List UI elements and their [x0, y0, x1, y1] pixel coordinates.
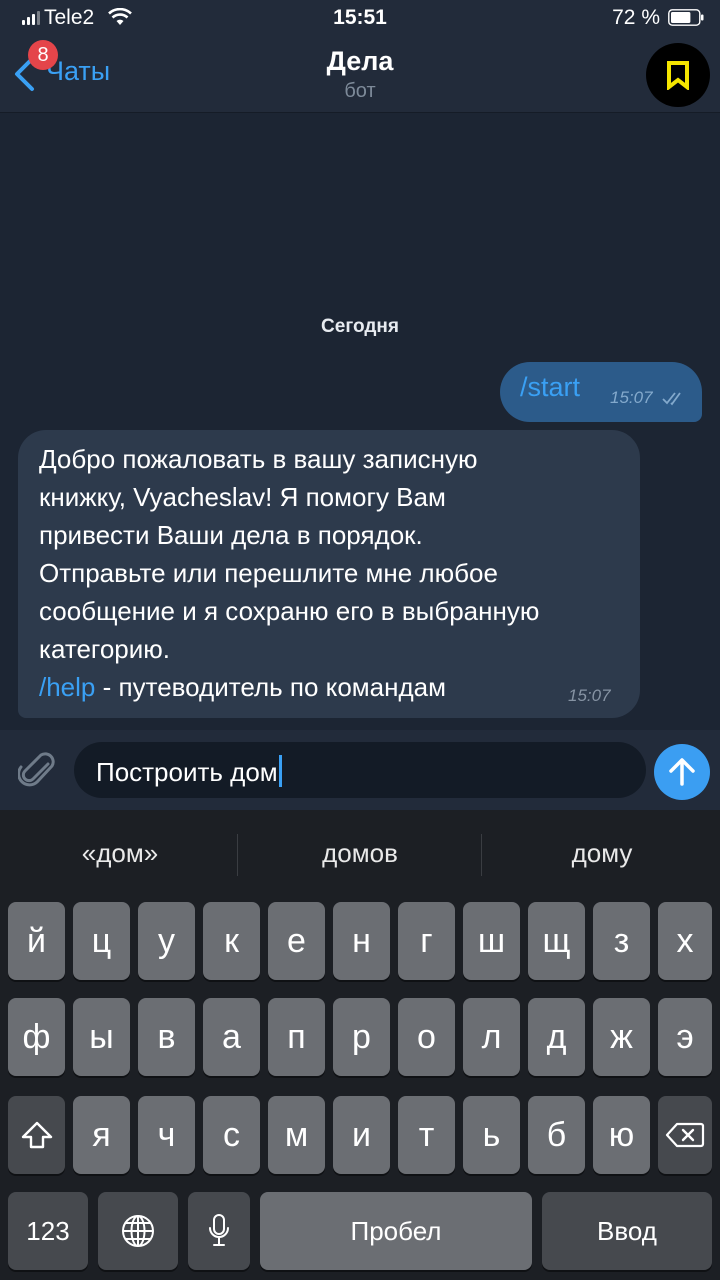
return-key[interactable]: Ввод	[542, 1192, 712, 1270]
chat-subtitle: бот	[344, 80, 376, 102]
battery-icon	[668, 9, 704, 26]
key[interactable]: ф	[8, 998, 65, 1076]
message-input[interactable]: Построить дом	[74, 742, 646, 798]
message-line-help: /help - путеводитель по командам	[39, 672, 446, 703]
key[interactable]: щ	[528, 902, 585, 980]
chat-avatar[interactable]	[646, 43, 710, 107]
message-line: сообщение и я сохраню его в выбранную	[39, 596, 540, 626]
outgoing-message-time: 15:07	[610, 388, 653, 407]
key[interactable]: н	[333, 902, 390, 980]
date-separator: Сегодня	[321, 316, 399, 337]
arrow-up-icon	[669, 758, 695, 786]
text-caret	[278, 755, 282, 787]
key[interactable]: с	[203, 1096, 260, 1174]
key[interactable]: ь	[463, 1096, 520, 1174]
message-input-value: Построить дом	[96, 757, 278, 787]
shift-key[interactable]	[8, 1096, 65, 1174]
help-command-link[interactable]: /help	[39, 672, 95, 702]
key[interactable]: в	[138, 998, 195, 1076]
suggestion-1[interactable]: «дом»	[5, 838, 235, 869]
keyboard: «дом» домов дому й ц у к е н г ш щ з х ф…	[0, 810, 720, 1280]
key[interactable]: ц	[73, 902, 130, 980]
message-line: категорию.	[39, 634, 170, 664]
backspace-key[interactable]	[658, 1096, 712, 1174]
backspace-icon	[665, 1122, 705, 1148]
outgoing-message-text[interactable]: /start	[520, 372, 580, 403]
key[interactable]: д	[528, 998, 585, 1076]
key[interactable]: я	[73, 1096, 130, 1174]
status-bar: Tele2 15:51 72 %	[0, 0, 720, 40]
key[interactable]: ч	[138, 1096, 195, 1174]
key[interactable]: а	[203, 998, 260, 1076]
key[interactable]: з	[593, 902, 650, 980]
globe-icon	[122, 1215, 154, 1247]
microphone-icon	[209, 1214, 229, 1246]
key[interactable]: г	[398, 902, 455, 980]
suggestion-divider	[237, 834, 238, 876]
key[interactable]: п	[268, 998, 325, 1076]
outgoing-message[interactable]: /start 15:07	[500, 362, 702, 422]
key[interactable]: м	[268, 1096, 325, 1174]
numbers-key[interactable]: 123	[8, 1192, 88, 1270]
key[interactable]: т	[398, 1096, 455, 1174]
double-check-icon	[662, 392, 681, 406]
incoming-message-time: 15:07	[568, 686, 611, 705]
suggestion-3[interactable]: дому	[487, 838, 717, 869]
key[interactable]: к	[203, 902, 260, 980]
chat-title: Дела	[326, 46, 394, 76]
key[interactable]: ю	[593, 1096, 650, 1174]
key[interactable]: ж	[593, 998, 650, 1076]
key[interactable]: э	[658, 998, 712, 1076]
bookmark-icon	[667, 61, 689, 90]
help-description: - путеводитель по командам	[95, 672, 446, 702]
key[interactable]: у	[138, 902, 195, 980]
message-line: Отправьте или перешлите мне любое	[39, 558, 498, 588]
key[interactable]: ы	[73, 998, 130, 1076]
send-button[interactable]	[654, 744, 710, 800]
key[interactable]: х	[658, 902, 712, 980]
space-key[interactable]: Пробел	[260, 1192, 532, 1270]
microphone-key[interactable]	[188, 1192, 250, 1270]
key[interactable]: о	[398, 998, 455, 1076]
message-line: книжку, Vyacheslav! Я помогу Вам	[39, 482, 446, 512]
chat-header: Чаты 8 Дела бот	[0, 40, 720, 113]
key[interactable]: й	[8, 902, 65, 980]
globe-key[interactable]	[98, 1192, 178, 1270]
key[interactable]: б	[528, 1096, 585, 1174]
key[interactable]: ш	[463, 902, 520, 980]
paperclip-icon[interactable]	[18, 748, 58, 792]
battery-percent: 72 %	[612, 6, 660, 29]
key[interactable]: и	[333, 1096, 390, 1174]
shift-icon	[21, 1121, 52, 1149]
message-composer: Построить дом	[0, 730, 720, 810]
message-line: Добро пожаловать в вашу записную	[39, 444, 478, 474]
key[interactable]: л	[463, 998, 520, 1076]
suggestion-divider	[481, 834, 482, 876]
key[interactable]: р	[333, 998, 390, 1076]
suggestion-2[interactable]: домов	[245, 838, 475, 869]
message-line: привести Ваши дела в порядок.	[39, 520, 423, 550]
key[interactable]: е	[268, 902, 325, 980]
incoming-message[interactable]: Добро пожаловать в вашу записную книжку,…	[18, 430, 640, 718]
